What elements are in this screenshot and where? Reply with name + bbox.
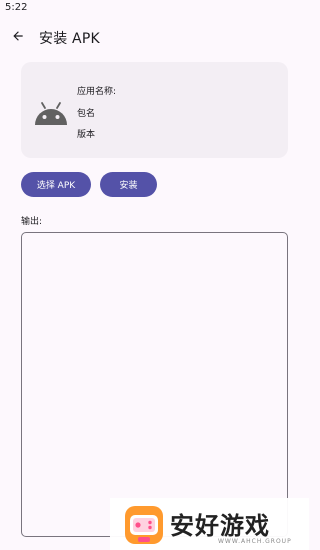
version-label: 版本 bbox=[77, 130, 96, 140]
output-label: 输出: bbox=[21, 217, 43, 227]
android-icon bbox=[35, 102, 67, 125]
select-apk-button[interactable]: 选择 APK bbox=[21, 172, 91, 197]
output-textarea[interactable] bbox=[21, 232, 288, 537]
page-title: 安装 APK bbox=[39, 31, 100, 47]
watermark-title: 安好游戏 bbox=[170, 512, 270, 540]
watermark-subtitle: WWW.AHCH.GROUP bbox=[218, 538, 292, 545]
app-name-label: 应用名称: bbox=[77, 87, 117, 97]
package-label: 包名 bbox=[77, 109, 96, 119]
watermark: 安好游戏 WWW.AHCH.GROUP bbox=[110, 498, 309, 550]
status-bar: 5:22 bbox=[0, 0, 309, 16]
app-info-card: 应用名称: 包名 版本 bbox=[21, 62, 288, 158]
back-button[interactable] bbox=[8, 26, 28, 46]
status-time: 5:22 bbox=[5, 2, 28, 13]
install-button[interactable]: 安装 bbox=[100, 172, 157, 197]
arrow-back-icon bbox=[13, 31, 23, 41]
app-bar: 安装 APK bbox=[0, 22, 309, 52]
gamepad-logo-icon bbox=[125, 506, 163, 544]
